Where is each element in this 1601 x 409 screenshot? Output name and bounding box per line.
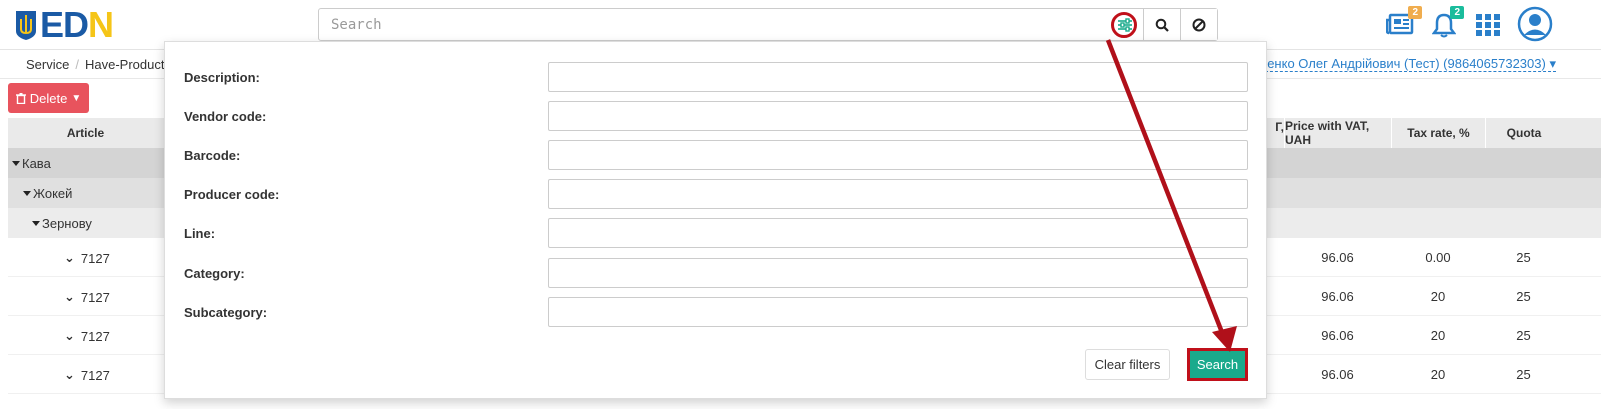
filter-label: Subcategory: xyxy=(184,305,268,320)
notifications-button[interactable]: 2 xyxy=(1431,6,1464,41)
row-article[interactable]: ⌄ 7127 xyxy=(64,367,110,383)
filter-row-producer-code: Producer code: xyxy=(165,179,1268,209)
filter-label: Line: xyxy=(184,226,216,241)
column-header-tax-rate[interactable]: Tax rate, % xyxy=(1391,118,1485,148)
news-badge: 2 xyxy=(1408,6,1422,19)
trident-icon xyxy=(16,11,36,40)
chevron-down-icon: ⌄ xyxy=(64,367,75,382)
article-value: 7127 xyxy=(80,250,110,266)
user-avatar-button[interactable] xyxy=(1517,6,1553,45)
breadcrumb-item-have-product[interactable]: Have-Product xyxy=(85,57,164,72)
subcategory-field[interactable] xyxy=(548,297,1248,327)
row-article[interactable]: ⌄ 7127 xyxy=(64,289,110,305)
organization-name: ренко Олег Андрійович (Тест) (9864065732… xyxy=(1259,56,1546,71)
tax-cell: 0.00 xyxy=(1425,250,1451,265)
price-cell: 96.06 xyxy=(1321,367,1354,382)
tax-cell: 20 xyxy=(1430,328,1446,343)
producer-code-field[interactable] xyxy=(548,179,1248,209)
edin-logo[interactable]: EDN xyxy=(14,4,114,45)
caret-down-icon xyxy=(32,220,40,226)
filter-row-subcategory: Subcategory: xyxy=(165,297,1268,327)
group-label: Кава xyxy=(22,155,51,171)
ban-icon xyxy=(1192,18,1206,31)
quota-cell: 25 xyxy=(1516,328,1531,343)
column-header-quota[interactable]: Quota xyxy=(1485,118,1562,148)
apply-search-button[interactable]: Search xyxy=(1187,348,1248,381)
chevron-down-icon: ⌄ xyxy=(64,250,75,265)
caret-down-icon xyxy=(23,190,31,196)
organization-selector[interactable]: ренко Олег Андрійович (Тест) (9864065732… xyxy=(1259,56,1556,72)
description-field[interactable] xyxy=(548,62,1248,92)
apps-menu-button[interactable] xyxy=(1476,14,1500,39)
filter-toggle-button[interactable] xyxy=(1106,9,1143,40)
breadcrumb-separator: / xyxy=(75,57,79,72)
search-icon xyxy=(1155,18,1169,32)
filter-row-vendor-code: Vendor code: xyxy=(165,101,1268,131)
price-cell: 96.06 xyxy=(1321,250,1354,265)
filter-row-barcode: Barcode: xyxy=(165,140,1268,170)
line-field[interactable] xyxy=(548,218,1248,248)
filter-label: Category: xyxy=(184,266,245,281)
chevron-down-icon: ⌄ xyxy=(64,289,75,304)
search-button[interactable] xyxy=(1143,9,1180,40)
search-bar xyxy=(318,8,1218,41)
delete-button[interactable]: Delete ▼ xyxy=(8,83,89,113)
logo-wordmark: EDN xyxy=(40,4,114,45)
group-label: Зернову xyxy=(42,215,92,231)
tax-cell: 20 xyxy=(1430,289,1446,304)
filter-label: Vendor code: xyxy=(184,109,267,124)
quota-cell: 25 xyxy=(1516,250,1531,265)
chevron-down-icon: ▾ xyxy=(1549,56,1556,71)
news-button[interactable]: 2 xyxy=(1385,6,1422,39)
grid-icon xyxy=(1476,14,1500,36)
trash-icon xyxy=(15,92,26,104)
filter-row-category: Category: xyxy=(165,258,1268,288)
filter-label: Producer code: xyxy=(184,187,280,202)
advanced-filter-panel: Description: Vendor code: Barcode: Produ… xyxy=(164,41,1267,399)
user-avatar-icon xyxy=(1517,6,1553,42)
filter-row-description: Description: xyxy=(165,62,1268,92)
article-value: 7127 xyxy=(80,289,110,305)
quota-cell: 25 xyxy=(1516,289,1531,304)
group-label: Жокей xyxy=(33,185,73,201)
reset-search-button[interactable] xyxy=(1180,9,1217,40)
row-article[interactable]: ⌄ 7127 xyxy=(64,250,110,266)
price-cell: 96.06 xyxy=(1321,289,1354,304)
barcode-field[interactable] xyxy=(548,140,1248,170)
tax-cell: 20 xyxy=(1430,367,1446,382)
price-cell: 96.06 xyxy=(1321,328,1354,343)
breadcrumb-item-service[interactable]: Service xyxy=(26,57,69,72)
search-input[interactable] xyxy=(319,9,1106,40)
filter-label: Description: xyxy=(184,70,260,85)
filter-label: Barcode: xyxy=(184,148,241,163)
caret-down-icon xyxy=(12,160,20,166)
chevron-down-icon: ⌄ xyxy=(64,328,75,343)
article-value: 7127 xyxy=(80,328,110,344)
quota-cell: 25 xyxy=(1516,367,1531,382)
article-value: 7127 xyxy=(80,367,110,383)
clear-filters-button[interactable]: Clear filters xyxy=(1085,349,1170,380)
notifications-badge: 2 xyxy=(1450,6,1464,19)
category-field[interactable] xyxy=(548,258,1248,288)
delete-label: Delete xyxy=(29,90,68,106)
vendor-code-field[interactable] xyxy=(548,101,1248,131)
column-header-article[interactable]: Article xyxy=(8,118,163,148)
annotation-circle xyxy=(1111,12,1137,38)
breadcrumb: Service / Have-Product xyxy=(26,57,164,72)
caret-down-icon: ▼ xyxy=(71,92,82,104)
filter-row-line: Line: xyxy=(165,218,1268,248)
row-article[interactable]: ⌄ 7127 xyxy=(64,328,110,344)
column-header-price-vat[interactable]: Price with VAT, UAH xyxy=(1284,118,1391,148)
